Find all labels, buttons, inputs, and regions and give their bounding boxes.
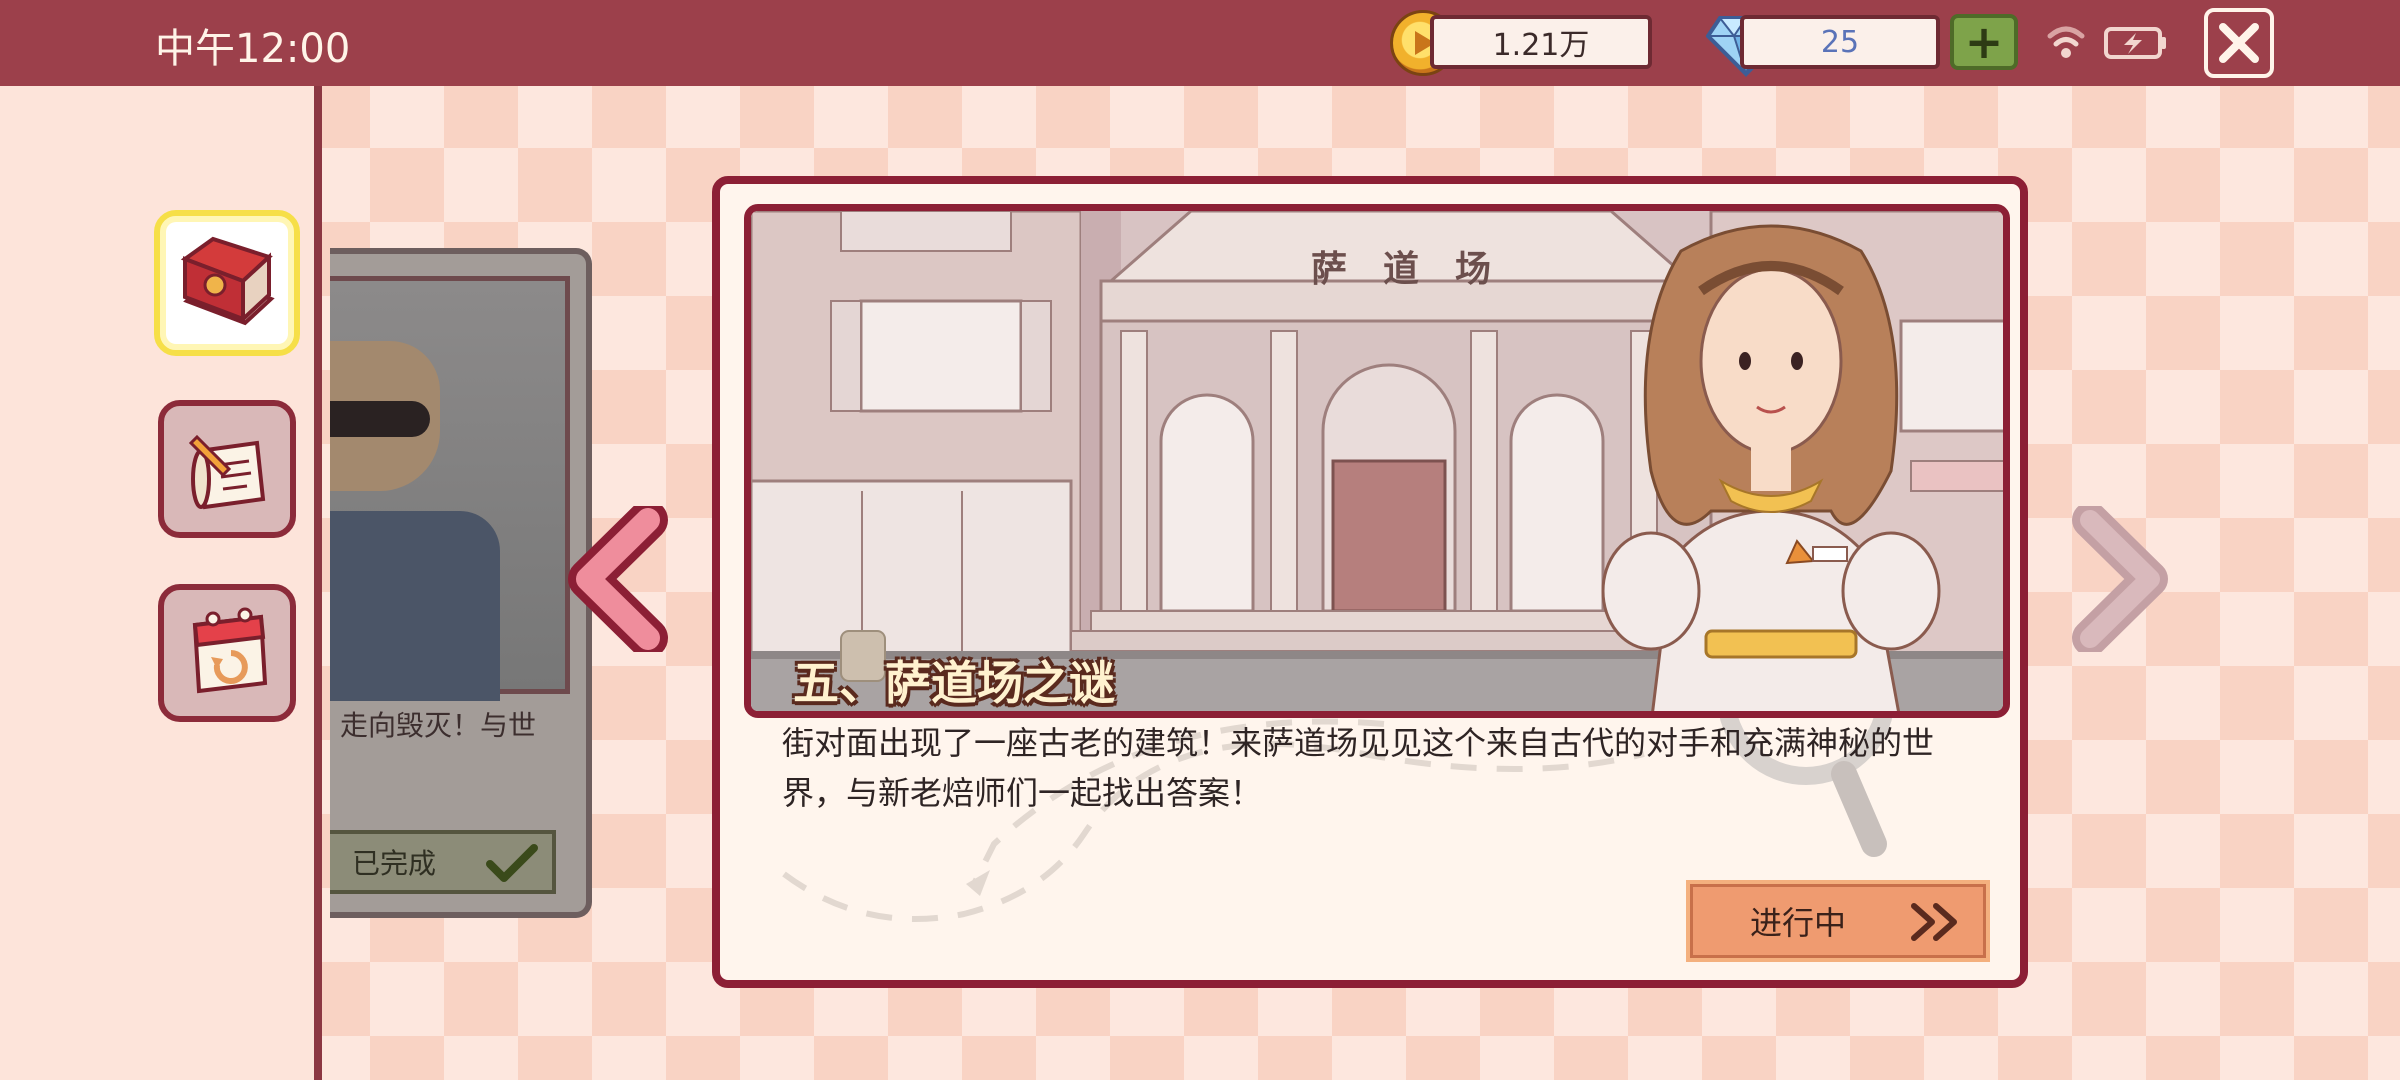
- close-button[interactable]: [2204, 8, 2274, 78]
- chapter-title: 五、萨道场之谜: [793, 656, 1115, 710]
- plus-icon: +: [1964, 15, 2004, 69]
- previous-chapter-description: 走向毁灭！与世: [340, 709, 537, 742]
- tab-replay-calendar[interactable]: [158, 584, 296, 722]
- previous-chapter-image: [330, 276, 570, 701]
- close-icon: [2219, 23, 2259, 63]
- completed-badge: 已完成: [330, 830, 556, 894]
- tab-story-book[interactable]: [154, 210, 300, 356]
- in-progress-button[interactable]: 进行中: [1686, 880, 1990, 962]
- coin-amount: 1.21万: [1492, 28, 1590, 63]
- add-gems-button[interactable]: +: [1950, 14, 2018, 70]
- tab-quest-scroll[interactable]: [158, 400, 296, 538]
- in-progress-label: 进行中: [1750, 904, 1847, 942]
- previous-chapter-arrow[interactable]: [568, 506, 676, 652]
- coin-balance: 1.21万: [1430, 15, 1652, 69]
- battery-charging-icon: [2104, 27, 2166, 59]
- completed-label: 已完成: [352, 847, 437, 880]
- scroll-quill-icon: [188, 434, 266, 510]
- calendar-replay-icon: [192, 607, 268, 694]
- character-coat: [330, 511, 500, 701]
- character-mask: [330, 401, 430, 437]
- book-icon: [180, 236, 275, 326]
- building-sign: 萨 道 场: [1311, 248, 1491, 290]
- double-chevron-right-icon: [1911, 903, 1957, 941]
- clock: 中午12:00: [155, 26, 351, 72]
- street-scene: 萨 道 场: [751, 211, 2003, 711]
- chapter-illustration: 萨 道 场 五、萨道场之谜: [744, 204, 2010, 718]
- chapter-description: 街对面出现了一座古老的建筑！来萨道场见见这个来自古代的对手和充满神秘的世界，与新…: [782, 724, 1935, 812]
- wifi-icon: [2047, 26, 2085, 58]
- gem-balance: 25: [1740, 15, 1940, 69]
- current-chapter-card[interactable]: 萨 道 场 五、萨道场之谜 街对面出现了一座古老的建筑！来萨道场见见这个来自古代…: [712, 176, 2028, 988]
- top-bar: 中午12:00 1.21万 25 +: [0, 0, 2400, 86]
- next-chapter-arrow[interactable]: [2062, 506, 2170, 652]
- previous-chapter-card[interactable]: 走向毁灭！与世 已完成: [330, 248, 592, 918]
- gem-amount: 25: [1820, 24, 1860, 60]
- check-icon: [486, 844, 538, 882]
